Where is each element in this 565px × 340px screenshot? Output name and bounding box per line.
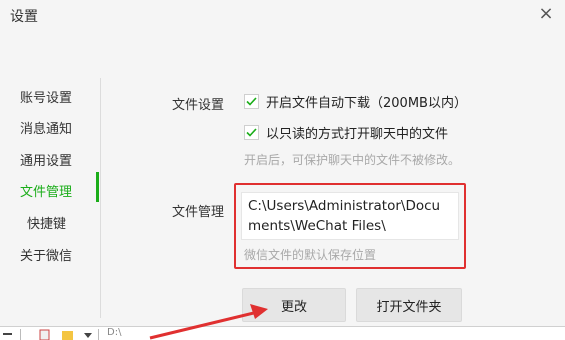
window-title: 设置 bbox=[10, 9, 38, 25]
auto-download-option[interactable]: 开启文件自动下载（200MB以内） bbox=[244, 92, 467, 111]
auto-download-checkbox[interactable] bbox=[244, 94, 259, 109]
read-only-hint: 开启后，可保护聊天中的文件不被修改。 bbox=[244, 153, 461, 167]
file-settings-label: 文件设置 bbox=[172, 98, 225, 113]
explorer-toolbar: D:\ bbox=[0, 326, 565, 340]
read-only-checkbox[interactable] bbox=[244, 125, 259, 140]
file-path-line-2: ments\WeChat Files\ bbox=[248, 218, 386, 234]
settings-window: 设置 × 账号设置 消息通知 通用设置 文件管理 快捷键 关于微信 文件设置 开… bbox=[0, 0, 565, 340]
open-folder-button[interactable]: 打开文件夹 bbox=[356, 288, 462, 322]
file-path-display: C:\Users\Administrator\Docu ments\WeChat… bbox=[241, 192, 459, 240]
active-indicator bbox=[96, 172, 99, 202]
file-management-label: 文件管理 bbox=[172, 205, 225, 220]
check-icon bbox=[246, 97, 257, 106]
minimize-icon bbox=[3, 333, 12, 335]
file-path-line-1: C:\Users\Administrator\Docu bbox=[248, 198, 441, 214]
sidebar-item-general[interactable]: 通用设置 bbox=[20, 150, 72, 169]
check-icon bbox=[246, 128, 257, 137]
read-only-option[interactable]: 以只读的方式打开聊天中的文件 bbox=[244, 123, 448, 142]
separator-icon bbox=[20, 329, 21, 340]
document-icon bbox=[39, 329, 50, 340]
default-location-hint: 微信文件的默认保存位置 bbox=[244, 248, 377, 262]
dropdown-icon bbox=[84, 333, 92, 338]
read-only-label: 以只读的方式打开聊天中的文件 bbox=[266, 127, 449, 142]
sidebar-item-about[interactable]: 关于微信 bbox=[20, 245, 72, 264]
folder-icon bbox=[62, 331, 73, 340]
change-button[interactable]: 更改 bbox=[242, 288, 346, 322]
sidebar-item-shortcuts[interactable]: 快捷键 bbox=[27, 213, 66, 232]
sidebar-item-file-management[interactable]: 文件管理 bbox=[20, 181, 72, 200]
separator-icon bbox=[98, 329, 99, 340]
address-path[interactable]: D:\ bbox=[107, 327, 121, 338]
close-button[interactable]: × bbox=[531, 0, 561, 28]
sidebar-item-account[interactable]: 账号设置 bbox=[20, 87, 72, 106]
auto-download-label: 开启文件自动下载（200MB以内） bbox=[266, 96, 467, 111]
sidebar-item-notifications[interactable]: 消息通知 bbox=[20, 118, 72, 137]
